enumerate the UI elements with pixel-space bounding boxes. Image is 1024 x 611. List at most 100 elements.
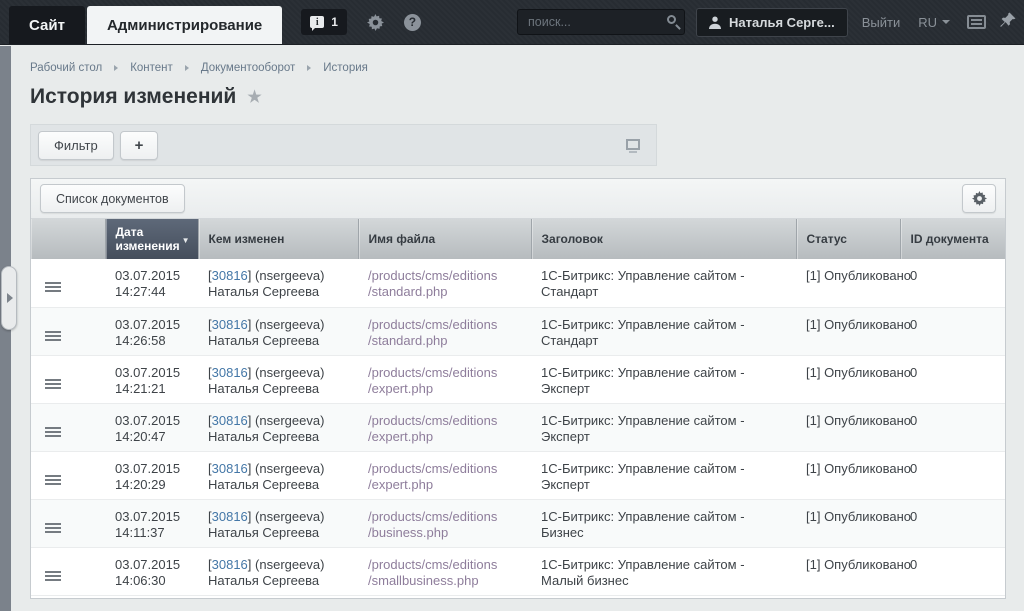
filter-settings-icon[interactable]: [626, 139, 640, 150]
column-header-filename[interactable]: Имя файла: [358, 219, 531, 259]
user-id-link[interactable]: 30816: [212, 317, 248, 332]
row-date: 03.07.2015: [115, 509, 180, 524]
user-login: (nsergeeva): [255, 509, 324, 524]
row-time: 14:20:29: [115, 477, 166, 492]
column-header-menu: [31, 219, 105, 259]
user-id-link[interactable]: 30816: [212, 268, 248, 283]
documents-list-button[interactable]: Список документов: [40, 184, 185, 213]
row-filename-cell: /products/cms/editions/standard.php: [358, 307, 531, 355]
row-time: 14:11:37: [115, 525, 165, 540]
table-row[interactable]: 03.07.2015 14:20:29 [30816] (nsergeeva) …: [31, 451, 1005, 499]
row-doc-id: 0: [910, 557, 917, 572]
breadcrumb-item-content[interactable]: Контент: [130, 62, 173, 74]
table-row[interactable]: 03.07.2015 14:26:58 [30816] (nsergeeva) …: [31, 307, 1005, 355]
sidebar-collapsed-strip: [0, 46, 11, 611]
tab-site[interactable]: Сайт: [9, 6, 85, 44]
user-login: (nsergeeva): [255, 557, 324, 572]
page-title: История изменений: [30, 85, 236, 109]
search-box: [517, 9, 685, 35]
row-menu-icon[interactable]: [45, 379, 61, 381]
grid-settings-button[interactable]: [962, 184, 996, 213]
table-row[interactable]: 03.07.2015 14:20:47 [30816] (nsergeeva) …: [31, 403, 1005, 451]
row-title: 1С-Битрикс: Управление сайтом - Бизнес: [541, 509, 745, 540]
column-header-changed-by[interactable]: Кем изменен: [198, 219, 358, 259]
user-name: Наталья Сергеева: [208, 525, 319, 540]
pin-icon: [1000, 12, 1016, 28]
pin-topbar-button[interactable]: [1000, 12, 1016, 33]
logout-link[interactable]: Выйти: [862, 15, 901, 30]
table-row[interactable]: 03.07.2015 14:27:44 [30816] (nsergeeva) …: [31, 259, 1005, 307]
row-doc-id: 0: [910, 365, 917, 380]
user-id-bracket: ]: [248, 557, 252, 572]
breadcrumb-item-history[interactable]: История: [323, 62, 368, 74]
chevron-down-icon: [942, 20, 950, 24]
row-menu-icon[interactable]: [45, 427, 61, 429]
filter-button[interactable]: Фильтр: [38, 131, 114, 160]
hotkeys-panel-icon[interactable]: [967, 15, 986, 29]
table-row[interactable]: 03.07.2015 14:06:30 [30816] (nsergeeva) …: [31, 547, 1005, 595]
user-id-link[interactable]: 30816: [212, 509, 248, 524]
settings-gear-icon[interactable]: [367, 14, 384, 31]
breadcrumb-item-desktop[interactable]: Рабочий стол: [30, 62, 102, 74]
row-title: 1С-Битрикс: Управление сайтом - Эксперт: [541, 461, 745, 492]
row-changed-by-cell: [30816] (nsergeeva) Наталья Сергеева: [198, 499, 358, 547]
user-id-link[interactable]: 30816: [212, 413, 248, 428]
row-menu-icon[interactable]: [45, 282, 61, 284]
row-menu-icon[interactable]: [45, 571, 61, 573]
column-header-status[interactable]: Статус: [796, 219, 900, 259]
table-row[interactable]: 03.07.2015 14:21:21 [30816] (nsergeeva) …: [31, 355, 1005, 403]
row-title-cell: 1С-Битрикс: Управление сайтом - Эксперт: [531, 355, 796, 403]
row-menu-icon[interactable]: [45, 523, 61, 525]
notification-bubble-icon: i: [310, 16, 324, 28]
row-title: 1С-Битрикс: Управление сайтом - Стандарт: [541, 317, 745, 348]
row-status-cell: [1] Опубликовано: [796, 499, 900, 547]
column-header-doc-id[interactable]: ID документа: [900, 219, 1005, 259]
file-path-line1: /products/cms/editions: [368, 317, 497, 332]
row-date: 03.07.2015: [115, 317, 180, 332]
file-path-link[interactable]: /products/cms/editions/smallbusiness.php: [368, 557, 497, 588]
row-menu-icon[interactable]: [45, 331, 61, 333]
row-title-cell: 1С-Битрикс: Управление сайтом - Стандарт: [531, 307, 796, 355]
user-name-label: Наталья Серге...: [729, 15, 835, 30]
file-path-line1: /products/cms/editions: [368, 509, 497, 524]
help-button[interactable]: ?: [404, 14, 421, 31]
row-filename-cell: /products/cms/editions/expert.php: [358, 403, 531, 451]
file-path-link[interactable]: /products/cms/editions/standard.php: [368, 317, 497, 348]
topbar: Сайт Администрирование i 1 ? Наталья Сер…: [0, 0, 1024, 45]
file-path-line1: /products/cms/editions: [368, 413, 497, 428]
user-id-link[interactable]: 30816: [212, 557, 248, 572]
column-header-title[interactable]: Заголовок: [531, 219, 796, 259]
favorite-star-icon[interactable]: ★: [247, 87, 261, 107]
gear-icon: [367, 14, 384, 31]
gear-icon: [972, 191, 987, 206]
row-status-cell: [1] Опубликовано: [796, 451, 900, 499]
file-path-link[interactable]: /products/cms/editions/expert.php: [368, 413, 497, 444]
file-path-link[interactable]: /products/cms/editions/expert.php: [368, 461, 497, 492]
add-filter-button[interactable]: +: [120, 131, 159, 160]
column-header-date[interactable]: Дата изменения ▼: [105, 219, 198, 259]
file-path-link[interactable]: /products/cms/editions/business.php: [368, 509, 497, 540]
file-path-link[interactable]: /products/cms/editions/standard.php: [368, 268, 497, 299]
row-menu-cell: [31, 259, 105, 307]
row-title: 1С-Битрикс: Управление сайтом - Стандарт: [541, 268, 745, 299]
user-id-link[interactable]: 30816: [212, 365, 248, 380]
file-path-link[interactable]: /products/cms/editions/expert.php: [368, 365, 497, 396]
search-icon[interactable]: [667, 15, 676, 24]
notifications-button[interactable]: i 1: [301, 9, 347, 35]
user-id-link[interactable]: 30816: [212, 461, 248, 476]
row-status-cell: [1] Опубликовано: [796, 403, 900, 451]
table-row[interactable]: 03.07.2015 14:11:37 [30816] (nsergeeva) …: [31, 499, 1005, 547]
row-menu-icon[interactable]: [45, 475, 61, 477]
row-status: [1] Опубликовано: [806, 365, 911, 380]
user-menu-button[interactable]: Наталья Серге...: [696, 8, 848, 37]
sidebar-expand-handle[interactable]: [1, 266, 17, 330]
language-selector[interactable]: RU: [918, 15, 950, 30]
sort-desc-icon[interactable]: ▼: [182, 234, 190, 248]
history-table-body: 03.07.2015 14:27:44 [30816] (nsergeeva) …: [31, 259, 1005, 595]
search-input[interactable]: [517, 9, 685, 35]
user-login: (nsergeeva): [255, 461, 324, 476]
row-date: 03.07.2015: [115, 413, 180, 428]
breadcrumb-item-workflow[interactable]: Документооборот: [201, 62, 295, 74]
tab-administration[interactable]: Администрирование: [87, 6, 282, 44]
user-name: Наталья Сергеева: [208, 284, 319, 299]
